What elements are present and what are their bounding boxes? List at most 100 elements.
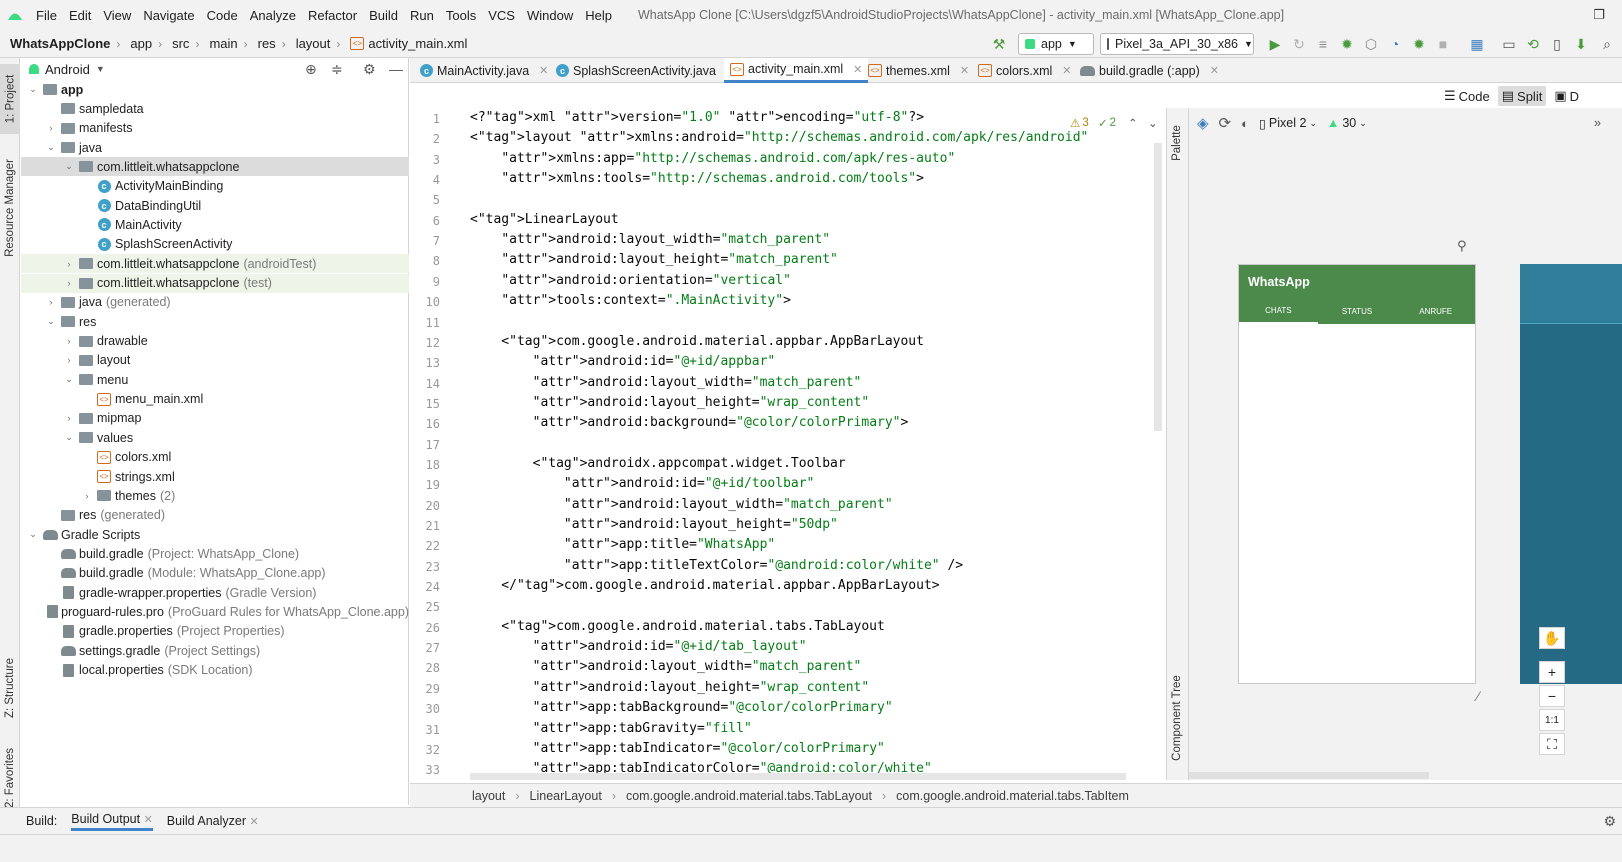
project-view-select[interactable]: Android — [45, 62, 90, 77]
run-icon[interactable]: ▶ — [1266, 35, 1284, 53]
chevron-right-icon[interactable]: › — [45, 123, 57, 133]
tree-row[interactable]: sampledata — [21, 99, 409, 118]
zoom-to-fit-icon[interactable]: ⛶ — [1539, 733, 1565, 755]
resize-handle-icon[interactable]: ⁄ — [1477, 688, 1479, 704]
night-mode-icon[interactable]: ◐ — [1241, 116, 1249, 131]
stop-icon[interactable]: ■ — [1434, 35, 1452, 53]
breadcrumb-file[interactable]: <> activity_main.xml — [340, 36, 467, 51]
device-select[interactable]: Pixel_3a_API_30_x86 ▼ — [1100, 33, 1254, 55]
layers-icon[interactable]: ◈ — [1197, 114, 1209, 132]
tab-splashscreenactivity-java[interactable]: c SplashScreenActivity.java ✕ — [550, 58, 741, 83]
hammer-icon[interactable]: ⚒ — [990, 35, 1008, 53]
debug-icon[interactable]: ✹ — [1338, 35, 1356, 53]
tree-row[interactable]: local.properties (SDK Location) — [21, 661, 409, 680]
warning-indicator[interactable]: ⚠ 3 — [1070, 116, 1089, 130]
hide-icon[interactable]: — — [389, 61, 403, 77]
menu-file[interactable]: File — [30, 8, 63, 23]
chevron-right-icon[interactable]: › — [63, 336, 75, 346]
zoom-actual-size-icon[interactable]: 1:1 — [1539, 709, 1565, 731]
design-view-button[interactable]: ▣ D — [1550, 86, 1583, 106]
close-icon[interactable]: ✕ — [539, 64, 548, 77]
tree-row[interactable]: res (generated) — [21, 506, 409, 525]
breadcrumb-src[interactable]: src — [162, 36, 189, 51]
tree-row[interactable]: <> colors.xml — [21, 448, 409, 467]
chevron-right-icon[interactable]: › — [63, 259, 75, 269]
tree-row[interactable]: ⌄ java — [21, 138, 409, 157]
xml-breadcrumb-item[interactable]: LinearLayout — [530, 789, 602, 803]
tree-row[interactable]: › themes (2) — [21, 486, 409, 505]
menu-navigate[interactable]: Navigate — [137, 8, 200, 23]
tree-row[interactable]: › manifests — [21, 119, 409, 138]
chevron-right-icon[interactable]: › — [81, 491, 93, 501]
close-icon[interactable]: ✕ — [1062, 64, 1071, 77]
gear-icon[interactable]: ⚙ — [363, 61, 376, 78]
tree-row[interactable]: ⌄ com.littleit.whatsappclone — [21, 157, 409, 177]
menu-help[interactable]: Help — [579, 8, 618, 23]
tree-row[interactable]: ⌄ values — [21, 428, 409, 447]
menu-run[interactable]: Run — [404, 8, 440, 23]
breadcrumb-project[interactable]: WhatsAppClone — [0, 36, 110, 51]
tab-colors-xml[interactable]: <> colors.xml ✕ — [972, 58, 1077, 83]
chevron-down-icon[interactable]: ⌄ — [63, 432, 75, 443]
close-icon[interactable]: ✕ — [249, 816, 258, 828]
preview-tab-anrufe[interactable]: ANRUFE — [1396, 299, 1475, 324]
menu-edit[interactable]: Edit — [63, 8, 97, 23]
tool-tab-project[interactable]: 1: Project — [0, 64, 20, 134]
orientation-icon[interactable]: ⟳ — [1219, 114, 1232, 132]
xml-breadcrumb-item[interactable]: layout — [472, 789, 505, 803]
palette-tab[interactable]: Palette — [1167, 118, 1187, 168]
code-view-button[interactable]: ☰ Code — [1440, 86, 1494, 106]
chevron-right-icon[interactable]: › — [63, 355, 75, 365]
chevron-right-icon[interactable]: › — [63, 278, 75, 288]
close-icon[interactable]: ✕ — [1210, 64, 1219, 77]
menu-code[interactable]: Code — [201, 8, 244, 23]
editor-scrollbar[interactable] — [1154, 143, 1162, 431]
chevron-up-icon[interactable]: ⌃ — [1128, 116, 1138, 130]
tree-row[interactable]: build.gradle (Module: WhatsApp_Clone.app) — [21, 564, 409, 583]
chevron-down-icon[interactable]: ⌄ — [1148, 116, 1158, 130]
double-chevron-right-icon[interactable]: » — [1594, 116, 1601, 130]
build-output-tab[interactable]: Build Output ✕ — [71, 812, 153, 831]
tree-row[interactable]: › com.littleit.whatsappclone (androidTest) — [21, 254, 409, 274]
tree-row[interactable]: <> menu_main.xml — [21, 390, 409, 409]
menu-vcs[interactable]: VCS — [482, 8, 521, 23]
breadcrumb-main[interactable]: main — [199, 36, 237, 51]
project-structure-icon[interactable]: ▦ — [1468, 35, 1486, 53]
split-view-button[interactable]: ▤ Split — [1497, 86, 1547, 106]
collapse-all-icon[interactable]: ≑ — [331, 61, 343, 78]
chevron-down-icon[interactable]: ▼ — [96, 64, 105, 74]
coverage-icon[interactable]: ✹ — [1410, 35, 1428, 53]
tab-build-gradle-app[interactable]: build.gradle (:app) ✕ — [1074, 58, 1225, 83]
build-analyzer-tab[interactable]: Build Analyzer ✕ — [167, 814, 259, 828]
tab-themes-xml[interactable]: <> themes.xml ✕ — [862, 58, 975, 83]
maximize-icon[interactable]: ❐ — [1576, 0, 1622, 30]
sync-gradle-icon[interactable]: ⟲ — [1524, 35, 1542, 53]
zoom-out-icon[interactable]: − — [1539, 685, 1565, 707]
chevron-down-icon[interactable]: ⌄ — [45, 316, 57, 327]
component-tree-tab[interactable]: Component Tree — [1167, 668, 1187, 768]
search-icon[interactable]: ⌕ — [1598, 35, 1616, 53]
sdk-manager-icon[interactable]: ⬇ — [1572, 35, 1590, 53]
run-config-select[interactable]: app ▼ — [1018, 33, 1094, 55]
tree-row[interactable]: › mipmap — [21, 409, 409, 428]
tree-row[interactable]: gradle-wrapper.properties (Gradle Version… — [21, 583, 409, 602]
code-editor[interactable]: 1 2 3 4 5 6 7 8 9 10 11 12 13 14 15 16 17 18 19 20 21 22 23 24 2… — [410, 108, 1166, 780]
tree-row[interactable]: proguard-rules.pro (ProGuard Rules for Wh… — [21, 602, 409, 621]
menu-tools[interactable]: Tools — [440, 8, 482, 23]
chevron-right-icon[interactable]: › — [63, 413, 75, 423]
tree-row[interactable]: ⌄ res — [21, 312, 409, 331]
menu-build[interactable]: Build — [363, 8, 404, 23]
menu-view[interactable]: View — [97, 8, 137, 23]
device-dropdown[interactable]: ▯ Pixel 2 ⌄ — [1259, 116, 1317, 131]
tree-row[interactable]: gradle.properties (Project Properties) — [21, 622, 409, 641]
design-horizontal-scrollbar[interactable] — [1189, 772, 1429, 779]
tree-row[interactable]: <> strings.xml — [21, 467, 409, 486]
tree-row[interactable]: ⌄ app — [21, 80, 409, 99]
apply-changes-icon[interactable]: ≡ — [1314, 35, 1332, 53]
tab-activity-main-xml[interactable]: <> activity_main.xml ✕ — [724, 58, 869, 83]
editor-horizontal-scrollbar[interactable] — [470, 773, 1126, 780]
tab-mainactivity-java[interactable]: c MainActivity.java ✕ — [414, 58, 554, 83]
layout-preview[interactable]: WhatsApp CHATS STATUS ANRUFE — [1238, 264, 1476, 684]
preview-tab-chats[interactable]: CHATS — [1239, 299, 1318, 324]
layout-inspector-icon[interactable]: ▭ — [1500, 35, 1518, 53]
